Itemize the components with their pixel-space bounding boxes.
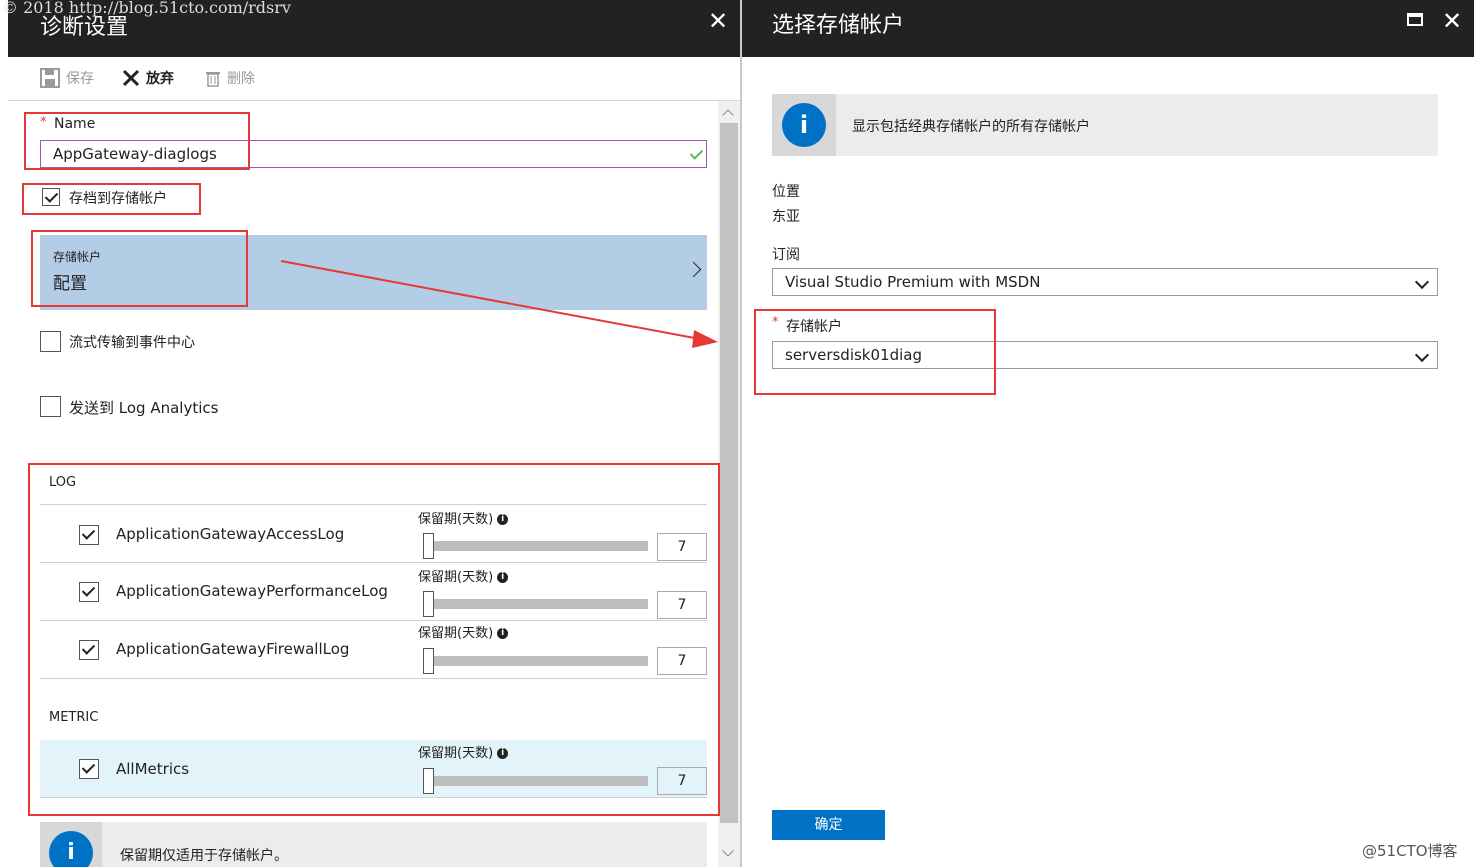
info-icon: i (49, 831, 93, 867)
log-heading: LOG (49, 475, 77, 490)
name-field-value: AppGateway-diaglogs (53, 145, 217, 163)
info-icon: i (497, 572, 509, 583)
log-row-name: ApplicationGatewayPerformanceLog (116, 582, 388, 600)
save-label: 保存 (66, 71, 94, 87)
blade-header: 选择存储帐户 ✕ (742, 0, 1474, 57)
name-label: Name (54, 116, 96, 132)
diagnostic-settings-blade: 诊断设置 ✕ 保存 放弃 删除 * Name AppGateway-diaglo… (8, 0, 740, 867)
select-storage-blade: 选择存储帐户 ✕ i 显示包括经典存储帐户的所有存储帐户 位置 东亚 订阅 Vi… (740, 0, 1474, 867)
valid-check-icon (689, 146, 704, 160)
retention-label: 保留期(天数) i (418, 742, 509, 761)
chevron-down-icon (1414, 274, 1430, 290)
scrollbar-thumb[interactable] (720, 123, 738, 823)
slider-thumb[interactable] (423, 648, 434, 674)
info-icon: i (497, 748, 509, 759)
trash-icon (206, 72, 220, 87)
metric-row-checkbox[interactable] (79, 759, 99, 779)
metric-row-name: AllMetrics (116, 760, 190, 778)
close-icon[interactable]: ✕ (708, 9, 728, 33)
scroll-up-icon[interactable] (722, 109, 734, 121)
toolbar-divider (8, 100, 740, 101)
chevron-right-icon (685, 261, 702, 278)
slider-thumb[interactable] (423, 591, 434, 617)
retention-info-text: 保留期仅适用于存储帐户。 (120, 848, 288, 864)
location-value: 东亚 (772, 209, 800, 225)
delete-button[interactable]: 删除 (205, 68, 255, 88)
retention-slider[interactable] (428, 776, 648, 786)
delete-label: 删除 (227, 71, 255, 87)
log-row: ApplicationGatewayPerformanceLog 保留期(天数)… (40, 563, 707, 620)
name-field[interactable]: AppGateway-diaglogs (40, 140, 707, 168)
info-banner: i 显示包括经典存储帐户的所有存储帐户 (772, 94, 1438, 156)
divider (40, 678, 707, 679)
location-label: 位置 (772, 184, 800, 200)
slider-thumb[interactable] (423, 768, 434, 794)
info-banner-text: 显示包括经典存储帐户的所有存储帐户 (852, 119, 1090, 135)
log-row-name: ApplicationGatewayAccessLog (116, 525, 345, 543)
maximize-icon[interactable] (1407, 13, 1423, 26)
info-icon-block: i (772, 94, 836, 156)
storage-value: 配置 (53, 274, 87, 294)
log-row-checkbox[interactable] (79, 640, 99, 660)
storage-account-dropdown[interactable]: serversdisk01diag (772, 341, 1438, 369)
retention-days-input[interactable]: 7 (657, 647, 707, 675)
stream-checkbox[interactable] (40, 331, 61, 352)
retention-label: 保留期(天数) i (418, 622, 509, 641)
scrollbar[interactable] (718, 101, 740, 867)
watermark-top: © 2018 http://blog.51cto.com/rdsrv (2, 0, 291, 17)
info-icon: i (497, 514, 509, 525)
save-icon (40, 68, 60, 88)
info-icon: i (782, 103, 826, 147)
metric-heading: METRIC (49, 710, 99, 725)
retention-slider[interactable] (428, 541, 648, 551)
retention-slider[interactable] (428, 599, 648, 609)
storage-account-selector[interactable]: 存储帐户 配置 (40, 235, 707, 310)
stream-label: 流式传输到事件中心 (69, 335, 195, 351)
ok-button-label: 确定 (814, 817, 843, 833)
storage-required-mark: * (772, 315, 779, 330)
storage-account-value: serversdisk01diag (785, 346, 922, 364)
chevron-down-icon (1414, 347, 1430, 363)
close-icon (122, 69, 140, 87)
metric-row: AllMetrics 保留期(天数) i 7 (40, 740, 707, 797)
divider (40, 797, 707, 798)
log-row-checkbox[interactable] (79, 582, 99, 602)
archive-checkbox[interactable] (42, 188, 60, 206)
retention-label: 保留期(天数) i (418, 566, 509, 585)
info-icon-block: i (40, 822, 102, 867)
discard-button[interactable]: 放弃 (122, 68, 174, 88)
ok-button[interactable]: 确定 (772, 810, 885, 840)
log-analytics-checkbox[interactable] (40, 396, 61, 417)
retention-days-input[interactable]: 7 (657, 533, 707, 561)
archive-label: 存档到存储帐户 (69, 191, 167, 207)
retention-days-input[interactable]: 7 (657, 591, 707, 619)
retention-days-input[interactable]: 7 (657, 767, 707, 795)
discard-label: 放弃 (146, 71, 174, 87)
subscription-label: 订阅 (772, 247, 800, 263)
storage-caption: 存储帐户 (53, 250, 102, 264)
save-button[interactable]: 保存 (40, 68, 94, 88)
scroll-down-icon[interactable] (722, 845, 734, 857)
retention-info-banner: i 保留期仅适用于存储帐户。 (40, 822, 707, 867)
log-row: ApplicationGatewayFirewallLog 保留期(天数) i 7 (40, 621, 707, 678)
info-icon: i (497, 628, 509, 639)
name-required-mark: * (40, 115, 47, 130)
retention-label: 保留期(天数) i (418, 508, 509, 527)
log-row-name: ApplicationGatewayFirewallLog (116, 640, 350, 658)
subscription-value: Visual Studio Premium with MSDN (785, 273, 1041, 291)
subscription-dropdown[interactable]: Visual Studio Premium with MSDN (772, 268, 1438, 296)
retention-slider[interactable] (428, 656, 648, 666)
slider-thumb[interactable] (423, 533, 434, 559)
storage-label: 存储帐户 (786, 319, 842, 335)
watermark-bottom: @51CTO博客 (1362, 842, 1458, 860)
blade-title: 选择存储帐户 (772, 13, 905, 38)
log-row: ApplicationGatewayAccessLog 保留期(天数) i 7 (40, 505, 707, 562)
log-analytics-label: 发送到 Log Analytics (69, 399, 219, 417)
close-icon[interactable]: ✕ (1442, 9, 1462, 33)
log-row-checkbox[interactable] (79, 525, 99, 545)
